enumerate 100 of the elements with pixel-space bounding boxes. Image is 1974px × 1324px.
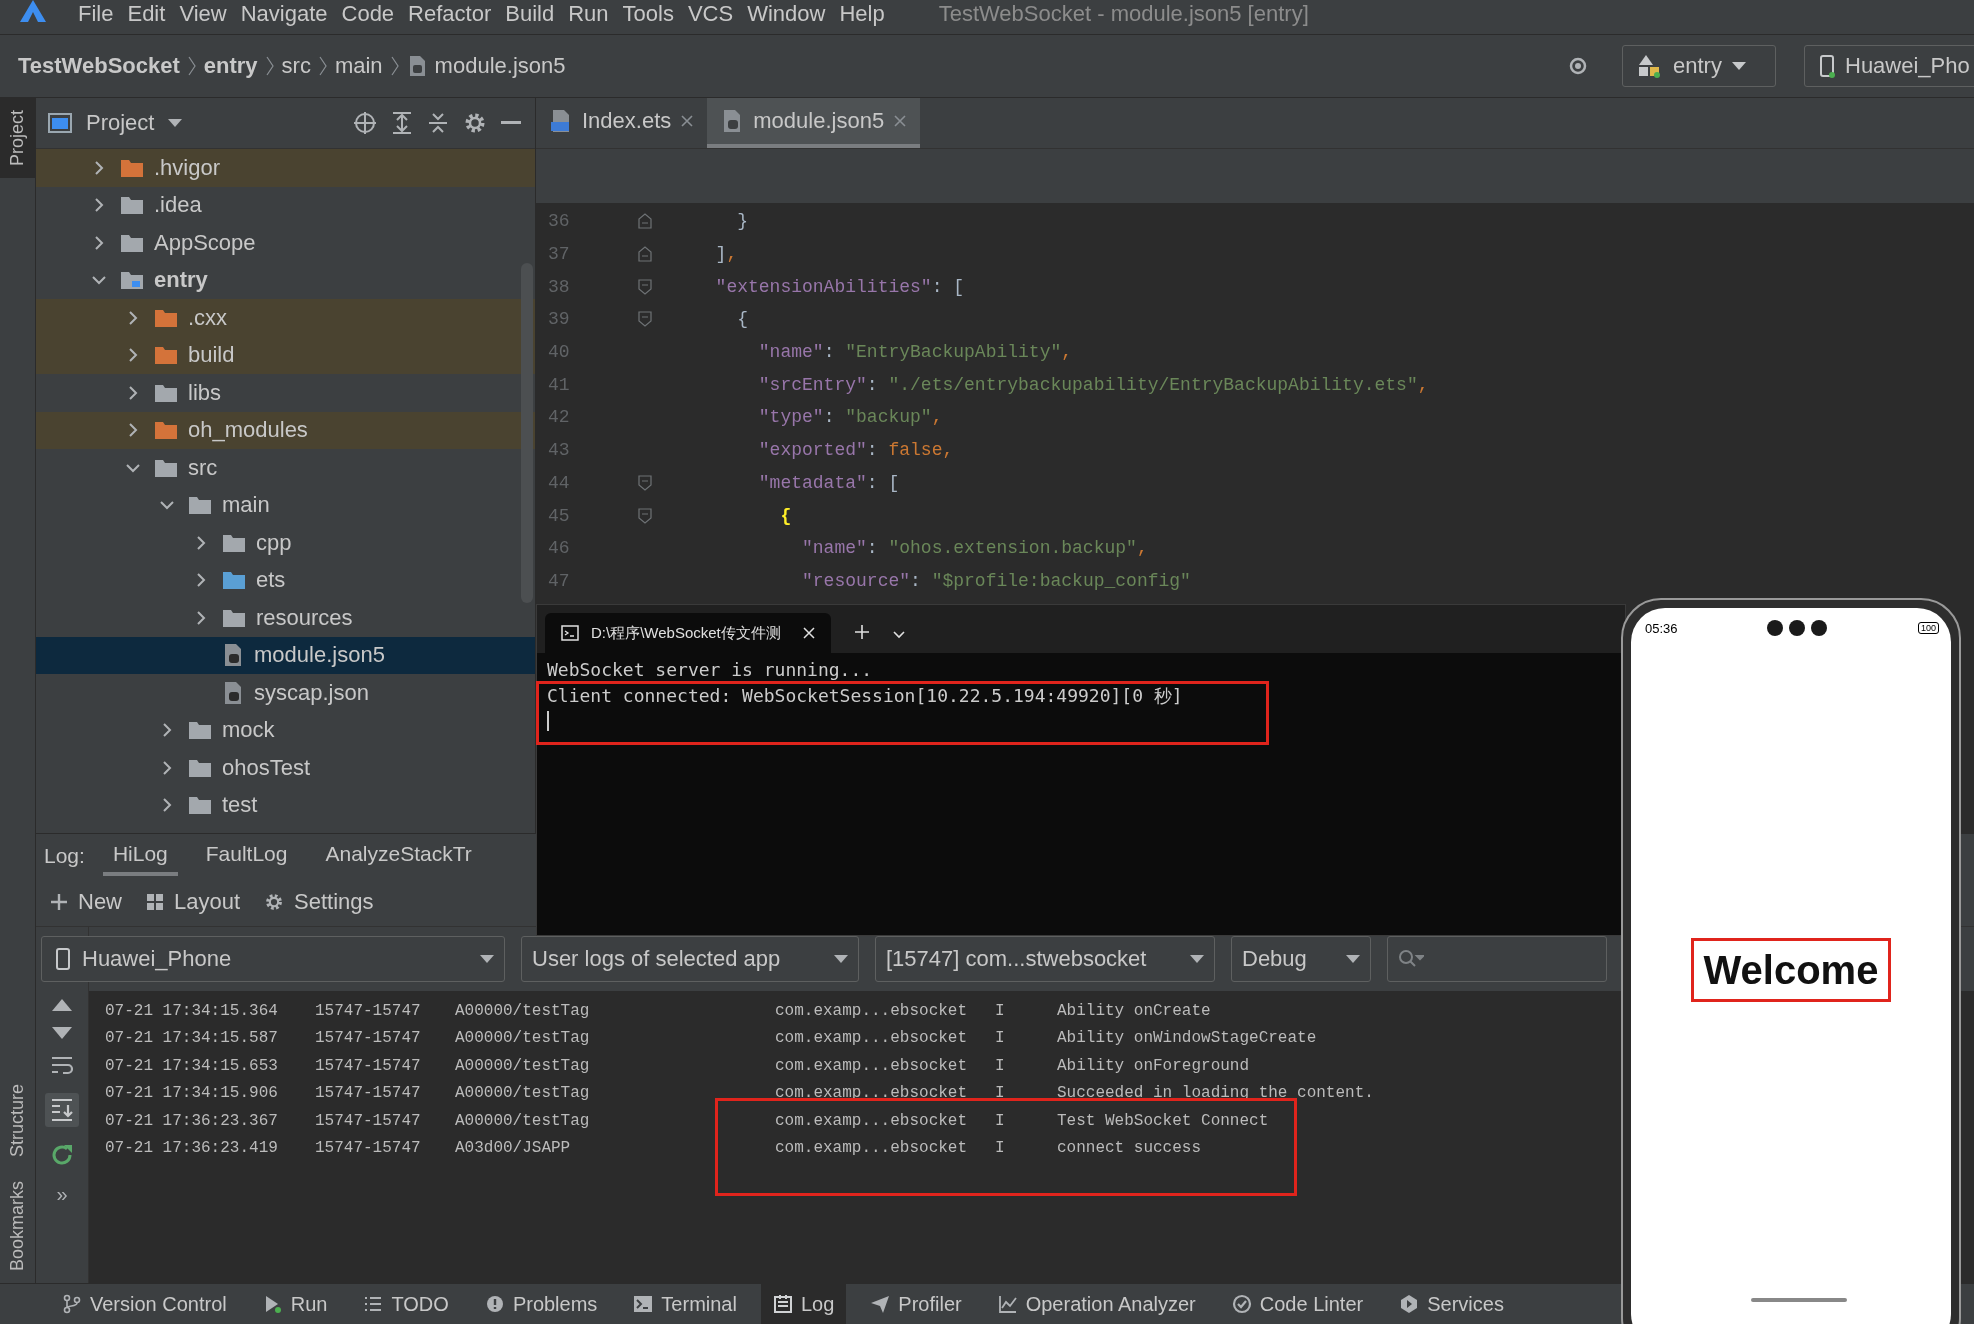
tree-item[interactable]: test	[36, 786, 535, 824]
menu-item[interactable]: Help	[839, 0, 885, 28]
editor-tab[interactable]: module.json5	[707, 98, 921, 148]
restart-icon[interactable]	[50, 1143, 74, 1167]
breadcrumb-item[interactable]: src	[281, 53, 311, 79]
level-dropdown[interactable]: Debug	[1231, 936, 1371, 982]
tool-window-button[interactable]: Terminal	[621, 1284, 749, 1324]
tool-window-button[interactable]: Profiler	[858, 1284, 974, 1324]
tree-item[interactable]: AppScope	[36, 224, 535, 262]
side-tab[interactable]: Project	[0, 98, 35, 179]
scrollbar[interactable]	[521, 263, 533, 603]
chevron-icon[interactable]	[194, 573, 208, 588]
more-tools[interactable]: »	[56, 1183, 68, 1206]
chevron-icon[interactable]	[160, 798, 174, 813]
chevron-icon[interactable]	[160, 723, 174, 738]
tree-item[interactable]: entry	[36, 261, 535, 299]
soft-wrap-icon[interactable]	[51, 1055, 73, 1077]
new-button[interactable]: New	[50, 889, 122, 915]
tree-item[interactable]: .cxx	[36, 299, 535, 337]
tool-window-button[interactable]: Code Linter	[1219, 1284, 1376, 1324]
menu-item[interactable]: Navigate	[240, 0, 328, 28]
crosshair-icon[interactable]	[353, 111, 377, 135]
minimize-icon[interactable]	[501, 121, 521, 125]
tree-item[interactable]: module.json5	[36, 636, 535, 674]
tree-item[interactable]: syscap.json	[36, 674, 535, 712]
chevron-icon[interactable]	[92, 235, 106, 250]
chevron-icon[interactable]	[160, 760, 174, 775]
chevron-icon[interactable]	[126, 310, 140, 325]
fold-icon[interactable]	[638, 311, 652, 328]
menu-item[interactable]: Refactor	[408, 0, 492, 28]
menu-item[interactable]: Tools	[622, 0, 674, 28]
menu-item[interactable]: View	[179, 0, 227, 28]
log-tab[interactable]: FaultLog	[195, 836, 298, 876]
tool-window-button[interactable]: Operation Analyzer	[985, 1284, 1208, 1324]
menu-item[interactable]: Edit	[127, 0, 166, 28]
scroll-to-end-icon[interactable]	[45, 1093, 79, 1127]
editor-tab[interactable]: Index.ets	[536, 98, 708, 148]
chevron-icon[interactable]	[194, 535, 208, 550]
side-tab[interactable]: Bookmarks	[0, 1168, 35, 1283]
down-arrow-icon[interactable]	[52, 1027, 72, 1039]
up-arrow-icon[interactable]	[52, 999, 72, 1011]
tree-item[interactable]: main	[36, 486, 535, 524]
tool-window-button[interactable]: TODO	[351, 1284, 461, 1324]
settings-icon[interactable]	[463, 111, 487, 135]
tool-window-button[interactable]: Version Control	[50, 1284, 239, 1324]
tree-item[interactable]: ets	[36, 561, 535, 599]
fold-icon[interactable]	[638, 474, 652, 491]
log-tab[interactable]: AnalyzeStackTr	[315, 836, 482, 876]
tree-item[interactable]: libs	[36, 374, 535, 412]
tree-item[interactable]: resources	[36, 599, 535, 637]
log-tab[interactable]: HiLog	[102, 836, 178, 876]
device-dropdown[interactable]: Huawei_Pho	[1804, 45, 1974, 87]
tree-item[interactable]: oh_modules	[36, 411, 535, 449]
chevron-icon[interactable]	[194, 610, 208, 625]
search-field[interactable]	[1387, 936, 1607, 982]
layout-button[interactable]: Layout	[146, 889, 241, 915]
tool-window-button[interactable]: Run	[250, 1284, 340, 1324]
tree-item[interactable]: mock	[36, 711, 535, 749]
breadcrumb-item[interactable]: entry	[203, 53, 258, 79]
menu-item[interactable]: Code	[341, 0, 395, 28]
tree-item[interactable]: build	[36, 336, 535, 374]
fold-icon[interactable]	[638, 213, 652, 230]
breadcrumb-item[interactable]: TestWebSocket	[18, 53, 180, 79]
expand-all-icon[interactable]	[391, 111, 413, 135]
menu-item[interactable]: VCS	[687, 0, 734, 28]
tree-item[interactable]: cpp	[36, 524, 535, 562]
terminal-tab[interactable]: D:\程序\WebSocket传文件测	[545, 613, 831, 653]
chevron-icon[interactable]	[126, 348, 140, 363]
menu-item[interactable]: Build	[505, 0, 555, 28]
plus-icon[interactable]	[854, 625, 869, 639]
menu-item[interactable]: Run	[568, 0, 609, 28]
tool-window-button[interactable]: Log	[760, 1284, 847, 1324]
fold-icon[interactable]	[638, 246, 652, 263]
fold-icon[interactable]	[638, 278, 652, 295]
tree-item[interactable]: src	[36, 449, 535, 487]
chevron-icon[interactable]	[126, 385, 140, 400]
chevron-down-icon[interactable]	[892, 631, 905, 639]
tree-item[interactable]: .hvigor	[36, 149, 535, 187]
collapse-all-icon[interactable]	[427, 111, 449, 135]
tree-item[interactable]: ohosTest	[36, 749, 535, 787]
chevron-icon[interactable]	[92, 160, 106, 175]
fold-icon[interactable]	[638, 507, 652, 524]
caret-icon[interactable]	[168, 119, 183, 127]
menu-item[interactable]: Window	[747, 0, 826, 28]
panel-title[interactable]: Project	[86, 110, 155, 136]
line-number: 41	[548, 374, 571, 395]
side-tab[interactable]: Structure	[0, 1071, 35, 1169]
chevron-icon[interactable]	[126, 423, 140, 438]
breadcrumb-item[interactable]: main	[334, 53, 383, 79]
tree-item[interactable]: .idea	[36, 186, 535, 224]
settings-button[interactable]: Settings	[264, 889, 374, 915]
process-dropdown[interactable]: [15747] com...stwebsocket	[875, 936, 1215, 982]
tool-window-button[interactable]: Services	[1387, 1284, 1516, 1324]
scope-dropdown[interactable]: User logs of selected app	[521, 936, 859, 982]
breadcrumb-item[interactable]: module.json5	[434, 53, 566, 79]
chevron-icon[interactable]	[92, 198, 106, 213]
run-config-dropdown[interactable]: entry	[1622, 45, 1776, 87]
tool-window-button[interactable]: Problems	[472, 1284, 610, 1324]
menu-item[interactable]: File	[78, 0, 114, 28]
device-dropdown[interactable]: Huawei_Phone	[41, 936, 505, 982]
